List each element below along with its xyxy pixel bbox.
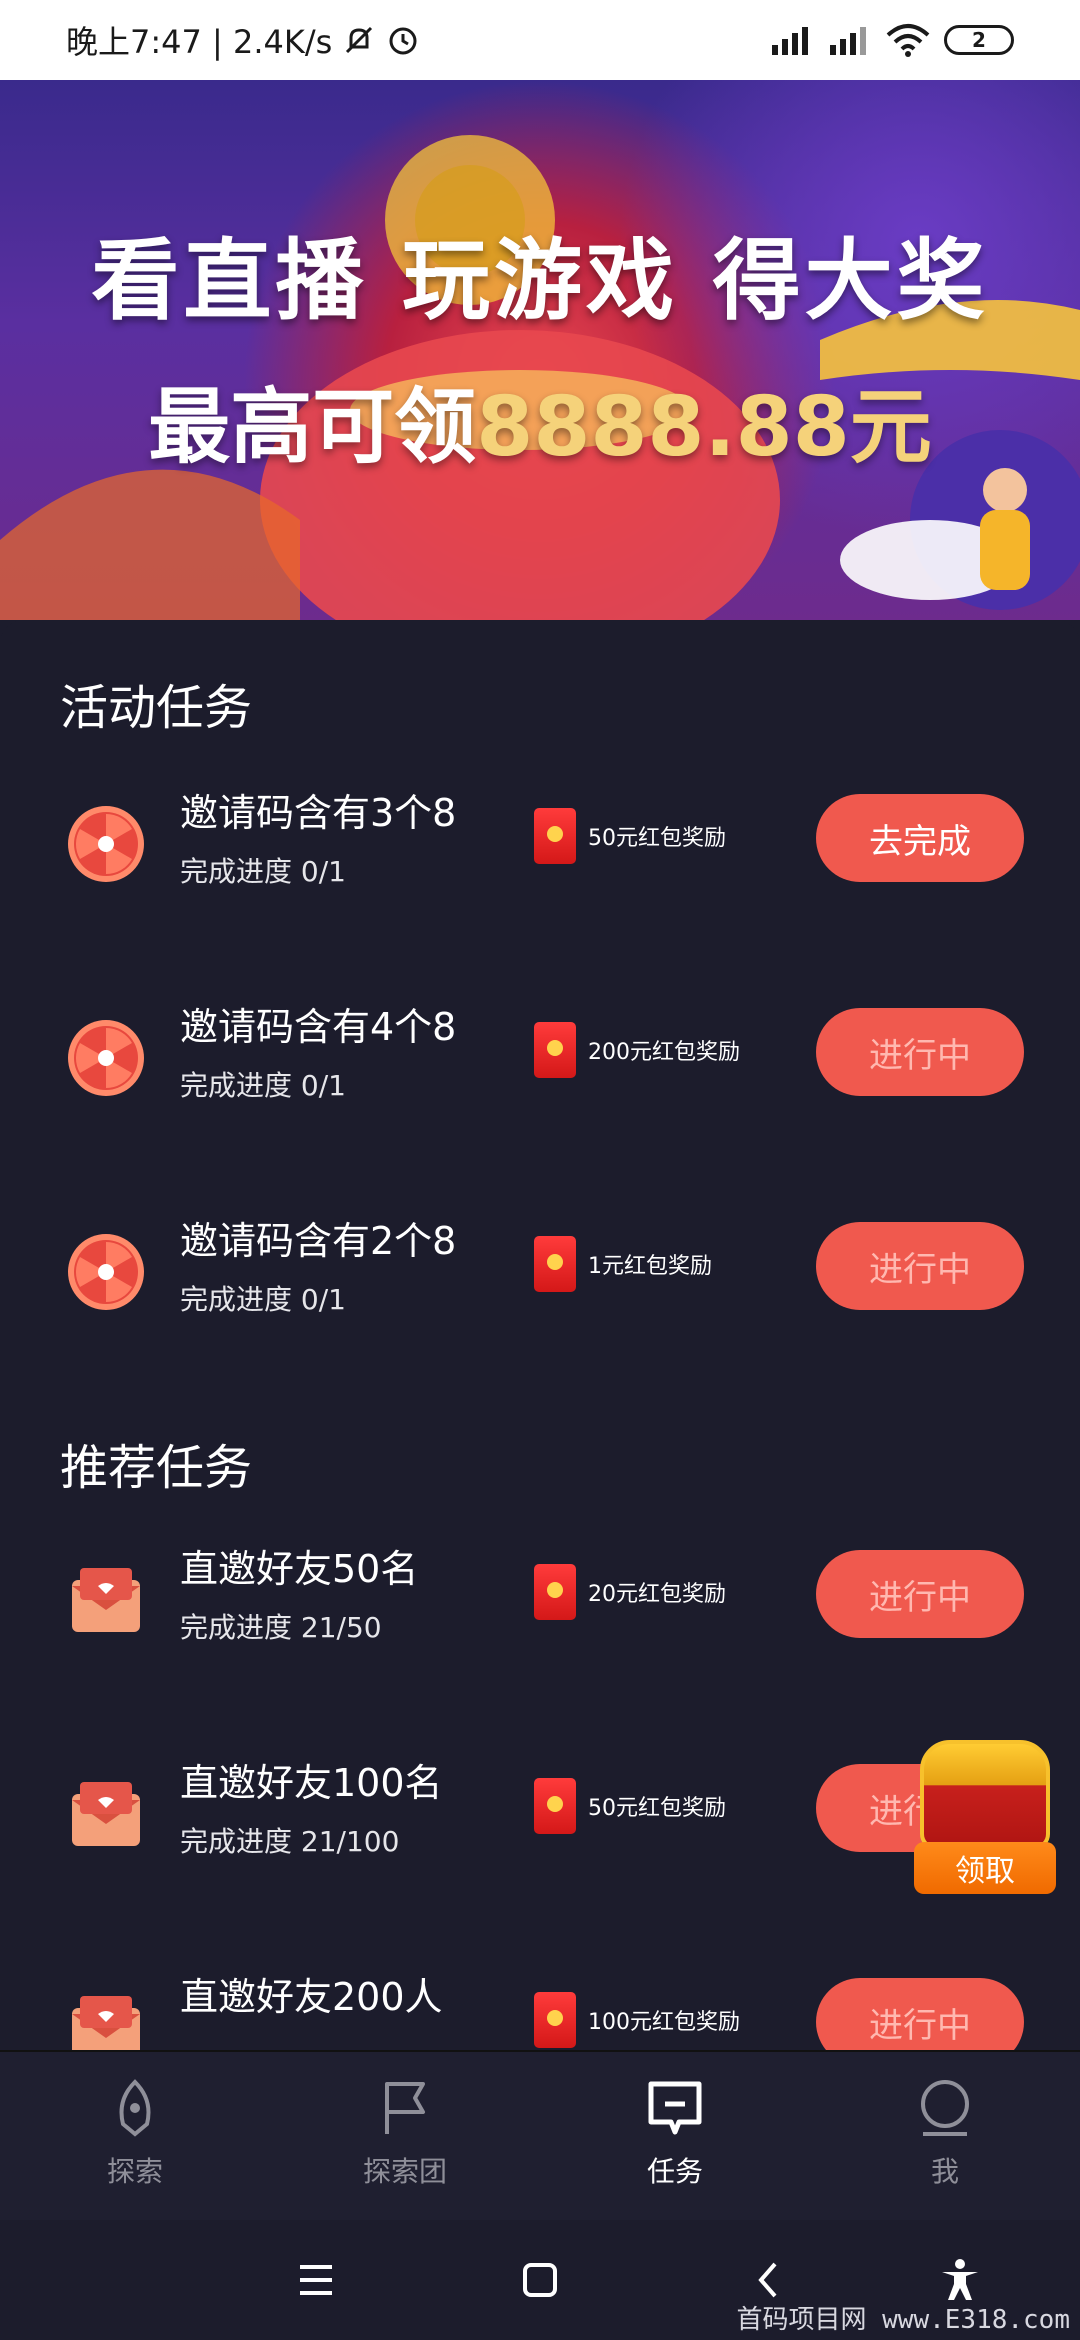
- envelope-icon: [72, 1996, 140, 2050]
- task-row: 直邀好友50名 完成进度 21/50 20元红包奖励 进行中: [0, 1506, 1080, 1706]
- banner-decoration: [0, 135, 1080, 620]
- in-progress-button[interactable]: 进行中: [816, 1978, 1024, 2050]
- red-packet-icon: [534, 1236, 576, 1292]
- task-reward: 20元红包奖励: [534, 1564, 726, 1620]
- task-row: 邀请码含有4个8 完成进度 0/1 200元红包奖励 进行中: [0, 964, 1080, 1164]
- task-name: 邀请码含有4个8: [180, 1005, 457, 1049]
- wheel-icon: [68, 806, 144, 882]
- status-bar: 晚上7:47 | 2.4K/s 2: [0, 0, 1080, 80]
- rocket-icon: [119, 2079, 151, 2137]
- task-name: 直邀好友200人: [180, 1975, 443, 2019]
- task-reward: 200元红包奖励: [534, 1022, 740, 1078]
- wheel-icon: [68, 1020, 144, 1096]
- task-progress: 完成进度 0/1: [180, 1283, 346, 1316]
- reward-text: 50元红包奖励: [588, 1796, 726, 1821]
- banner-amount: 8888.88元: [476, 380, 932, 475]
- task-reward: 1元红包奖励: [534, 1236, 712, 1292]
- task-progress: 完成进度 21/50: [180, 1611, 382, 1644]
- task-progress: 完成进度 0/1: [180, 1069, 346, 1102]
- home-icon[interactable]: [510, 2250, 570, 2310]
- in-progress-button[interactable]: 进行中: [816, 1008, 1024, 1096]
- watermark-text: 首码项目网 www.E318.com: [736, 2305, 1071, 2335]
- flag-icon: [385, 2082, 425, 2134]
- envelope-icon: [72, 1782, 140, 1846]
- nav-label: 探索团: [362, 2155, 447, 2188]
- red-packet-icon: [534, 808, 576, 864]
- activity-section-title: 活动任务: [60, 680, 253, 736]
- claim-label: 领取: [914, 1842, 1056, 1894]
- wheel-icon: [68, 1234, 144, 1310]
- recommend-section-title: 推荐任务: [60, 1440, 253, 1496]
- go-complete-button[interactable]: 去完成: [816, 794, 1024, 882]
- reward-text: 100元红包奖励: [588, 2010, 740, 2035]
- task-progress: 完成进度 21/100: [180, 1825, 400, 1858]
- system-nav-bar: 首码项目网 www.E318.com: [0, 2220, 1080, 2340]
- mute-bell-icon: [342, 23, 376, 57]
- nav-label: 探索: [106, 2155, 163, 2188]
- nav-tasks[interactable]: 任务: [540, 2052, 810, 2220]
- task-icon: [648, 2081, 702, 2135]
- in-progress-button[interactable]: 进行中: [816, 1222, 1024, 1310]
- nav-me[interactable]: 我: [810, 2052, 1080, 2220]
- task-name: 邀请码含有2个8: [180, 1219, 457, 1263]
- treasure-chest-icon: [920, 1740, 1050, 1850]
- menu-icon[interactable]: [286, 2250, 346, 2310]
- in-progress-button[interactable]: 进行中: [816, 1550, 1024, 1638]
- nav-explore[interactable]: 探索: [0, 2052, 270, 2220]
- banner-subtitle: 最高可领8888.88元: [0, 360, 1080, 479]
- nav-label: 我: [930, 2155, 959, 2188]
- status-time-speed: 晚上7:47 | 2.4K/s: [66, 23, 333, 61]
- task-row: 邀请码含有2个8 完成进度 0/1 1元红包奖励 进行中: [0, 1178, 1080, 1378]
- red-packet-icon: [534, 1778, 576, 1834]
- task-progress: 完成进度 0/1: [180, 855, 346, 888]
- status-left: 晚上7:47 | 2.4K/s: [66, 17, 770, 63]
- task-name: 直邀好友50名: [180, 1547, 419, 1591]
- treasure-chest-button[interactable]: 领取: [910, 1730, 1060, 1900]
- task-row: 直邀好友200人 100元红包奖励 进行中: [0, 1934, 1080, 2050]
- reward-text: 1元红包奖励: [588, 1254, 712, 1279]
- alarm-icon: [386, 23, 420, 57]
- banner-title: 看直播 玩游戏 得大奖: [91, 229, 989, 332]
- profile-icon: [921, 2080, 969, 2136]
- reward-text: 50元红包奖励: [588, 826, 726, 851]
- wifi-icon: [886, 23, 930, 57]
- bottom-nav: 探索 探索团 任务 我: [0, 2050, 1080, 2220]
- task-row: 邀请码含有3个8 完成进度 0/1 50元红包奖励 去完成: [0, 750, 1080, 950]
- red-packet-icon: [534, 1564, 576, 1620]
- red-packet-icon: [534, 1992, 576, 2048]
- task-name: 直邀好友100名: [180, 1761, 443, 1805]
- nav-explore-team[interactable]: 探索团: [270, 2052, 540, 2220]
- signal-icon: [770, 25, 814, 55]
- red-packet-icon: [534, 1022, 576, 1078]
- battery-icon: 2: [944, 25, 1014, 55]
- status-right: 2: [770, 23, 1014, 57]
- envelope-icon: [72, 1568, 140, 1632]
- reward-text: 200元红包奖励: [588, 1040, 740, 1065]
- promo-banner[interactable]: 看直播 玩游戏 得大奖 最高可领8888.88元: [0, 80, 1080, 620]
- task-reward: 50元红包奖励: [534, 1778, 726, 1834]
- task-reward: 50元红包奖励: [534, 808, 726, 864]
- nav-label: 任务: [646, 2155, 703, 2188]
- reward-text: 20元红包奖励: [588, 1582, 726, 1607]
- task-reward: 100元红包奖励: [534, 1992, 740, 2048]
- signal-2-icon: [828, 25, 872, 55]
- banner-subtitle-prefix: 最高可领: [148, 380, 477, 475]
- task-name: 邀请码含有3个8: [180, 791, 457, 835]
